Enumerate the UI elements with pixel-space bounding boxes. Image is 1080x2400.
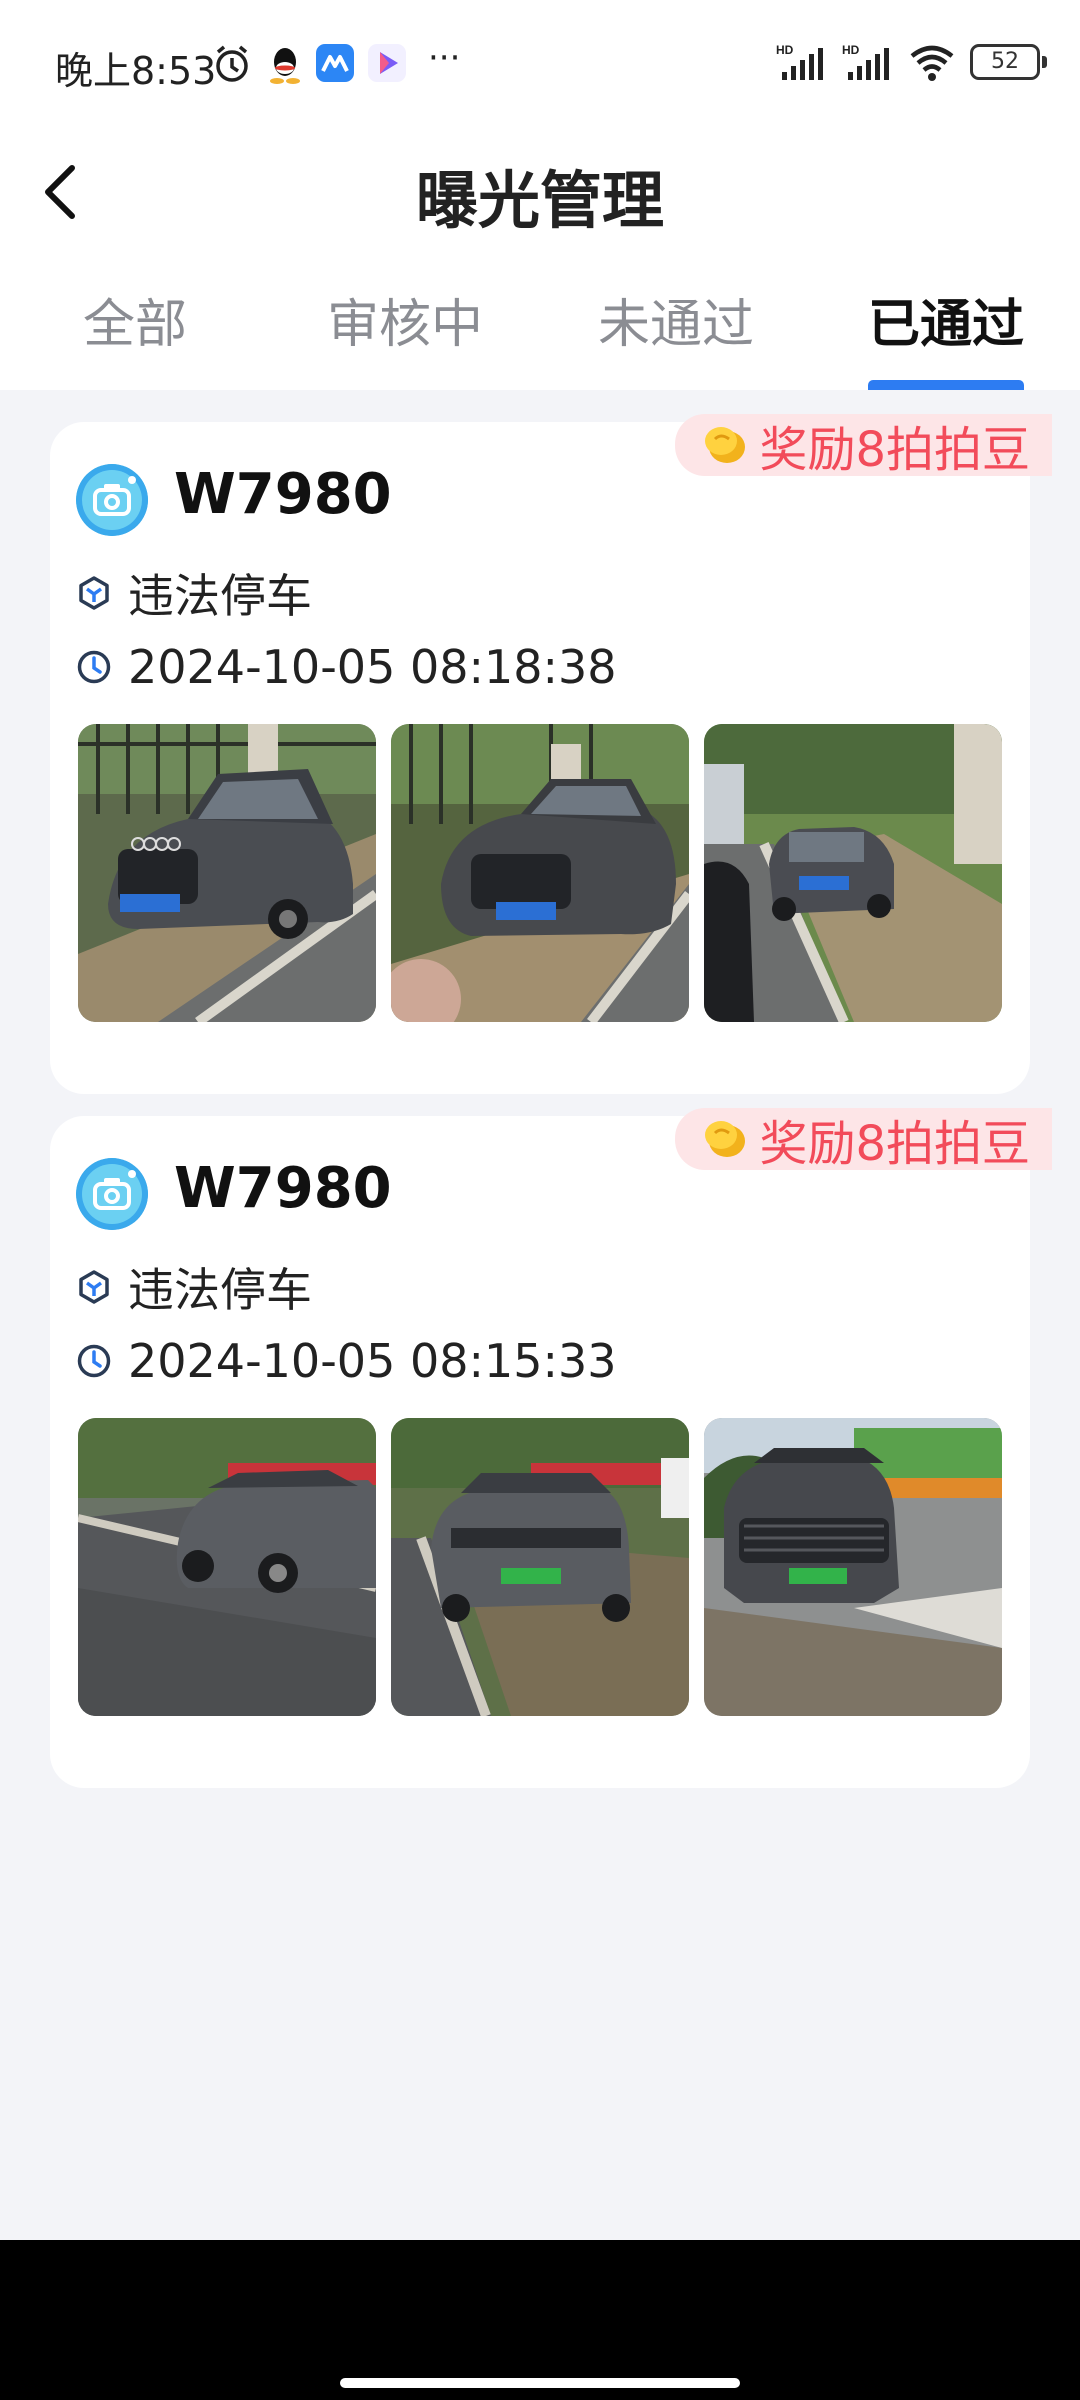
signal-icon: HD — [842, 43, 889, 80]
bean-coin-icon — [705, 427, 746, 463]
tab-approved[interactable]: 已通过 — [836, 282, 1056, 357]
header: 曝光管理 — [0, 130, 1080, 260]
record-id: W7980 — [174, 462, 392, 527]
evidence-photo[interactable] — [78, 1418, 376, 1716]
reward-text: 奖励8拍拍豆 — [759, 1116, 1030, 1172]
status-time: 晚上8:53 — [55, 49, 217, 93]
status-indicators: HD HD 52 — [776, 42, 1047, 82]
status-bar: 晚上8:53 ··· HD HD 52 — [0, 0, 1080, 130]
blue-app-icon — [316, 44, 354, 82]
tab-active-indicator — [868, 380, 1024, 390]
battery-indicator: 52 — [970, 44, 1047, 80]
car-photo-icon — [704, 1418, 1002, 1716]
violation-type: 违法停车 — [128, 569, 312, 623]
signal-icon: HD — [776, 43, 823, 80]
system-nav-bar — [0, 2240, 1080, 2400]
reward-badge: 奖励8拍拍豆 — [675, 414, 1052, 478]
evidence-photo[interactable] — [391, 724, 689, 1022]
tab-under-review[interactable]: 审核中 — [295, 282, 515, 357]
evidence-photo[interactable] — [704, 1418, 1002, 1716]
tab-all[interactable]: 全部 — [25, 282, 245, 357]
svg-text:HD: HD — [776, 43, 794, 57]
more-icon: ··· — [428, 38, 461, 78]
evidence-photo[interactable] — [391, 1418, 689, 1716]
wifi-icon — [910, 45, 954, 81]
clock-icon — [77, 1344, 111, 1378]
record-datetime: 2024-10-05 08:18:38 — [128, 640, 617, 694]
reward-text: 奖励8拍拍豆 — [759, 422, 1030, 478]
car-photo-icon — [391, 724, 689, 1022]
reward-badge: 奖励8拍拍豆 — [675, 1108, 1052, 1172]
violation-row: 违法停车 — [76, 1254, 312, 1320]
datetime-row: 2024-10-05 08:15:33 — [76, 1334, 617, 1388]
violation-type-icon — [79, 1270, 109, 1304]
evidence-photo[interactable] — [704, 724, 1002, 1022]
violation-type: 违法停车 — [128, 1263, 312, 1317]
tab-rejected[interactable]: 未通过 — [566, 282, 786, 357]
camera-avatar-icon — [76, 464, 148, 536]
car-photo-icon — [704, 724, 1002, 1022]
datetime-row: 2024-10-05 08:18:38 — [76, 640, 617, 694]
record-id: W7980 — [174, 1156, 392, 1221]
evidence-photo[interactable] — [78, 724, 376, 1022]
car-photo-icon — [78, 1418, 376, 1716]
home-indicator[interactable] — [340, 2378, 740, 2388]
svg-text:HD: HD — [842, 43, 860, 57]
car-photo-icon — [78, 724, 376, 1022]
alarm-icon — [216, 45, 248, 82]
qq-icon — [270, 48, 300, 84]
clock-icon — [77, 650, 111, 684]
record-datetime: 2024-10-05 08:15:33 — [128, 1334, 617, 1388]
bean-coin-icon — [705, 1121, 746, 1157]
exposure-record-card[interactable]: 奖励8拍拍豆 W7980 违法停车 2024-10-05 08:15:33 — [50, 1108, 1052, 1788]
exposure-record-card[interactable]: 奖励8拍拍豆 W7980 违法停车 2024-10-05 08:18:38 — [50, 414, 1052, 1094]
page-title: 曝光管理 — [415, 164, 664, 237]
tab-bar: 全部 审核中 未通过 已通过 — [0, 260, 1080, 390]
play-app-icon — [368, 44, 406, 82]
car-photo-icon — [391, 1418, 689, 1716]
violation-row: 违法停车 — [76, 560, 312, 626]
violation-type-icon — [79, 576, 109, 610]
camera-avatar-icon — [76, 1158, 148, 1230]
